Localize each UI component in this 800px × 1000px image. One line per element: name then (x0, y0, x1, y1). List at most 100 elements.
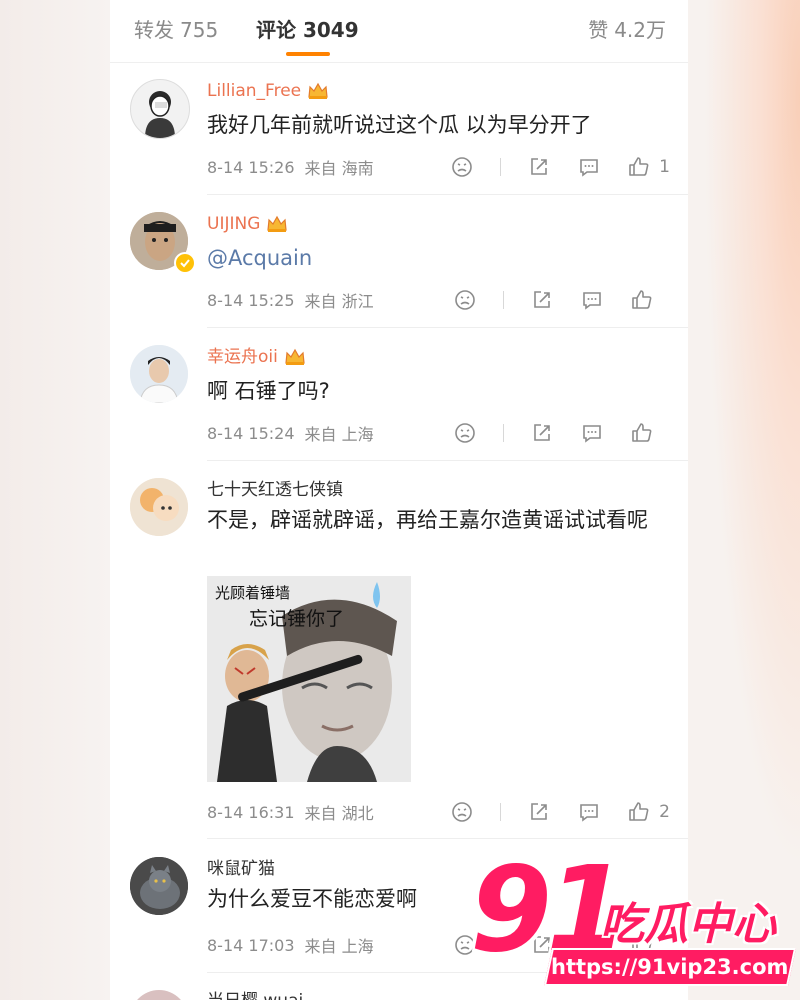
comment-meta: 8-14 15:25 来自 浙江 (207, 287, 670, 313)
share-icon (534, 291, 550, 308)
share-button[interactable] (530, 421, 554, 445)
comment-icon (580, 804, 598, 822)
comment-username[interactable]: 当日樱 wuai (207, 990, 303, 1000)
comment-username[interactable]: 幸运舟oii (207, 346, 670, 368)
comment-location: 来自 湖北 (304, 804, 374, 823)
dislike-button[interactable] (453, 288, 477, 312)
comment-location: 来自 海南 (304, 159, 374, 178)
comment-actions: 1 (424, 154, 670, 180)
dislike-icon (452, 157, 472, 177)
comment-icon (583, 425, 601, 443)
comment-location: 来自 浙江 (304, 292, 374, 311)
like-button[interactable]: 1 (627, 155, 670, 179)
avatar[interactable] (130, 857, 188, 915)
dislike-button[interactable] (450, 155, 474, 179)
watermark-url: https://91vip23.com (551, 955, 789, 979)
comment-image[interactable]: 光顾着锤墙 忘记锤你了 (207, 576, 411, 782)
comment-time: 8-14 16:31 (207, 802, 295, 822)
username-text: UIJING (207, 214, 261, 234)
like-icon (629, 157, 649, 176)
watermark-logo: 91 吃瓜中心 https://91vip23.com (470, 850, 800, 1000)
tab-likes-count: 4.2万 (614, 18, 666, 42)
like-count: 2 (659, 802, 670, 822)
comment-username[interactable]: UIJING (207, 213, 670, 235)
comment-username[interactable]: 七十天红透七侠镇 (207, 479, 670, 501)
comment-meta: 8-14 15:24 来自 上海 (207, 420, 670, 446)
comment-icon (583, 292, 601, 310)
comment-meta: 8-14 16:31 来自 湖北 2 (207, 799, 670, 825)
like-button[interactable] (630, 421, 654, 445)
reply-button[interactable] (580, 288, 604, 312)
comment-text: @Acquain (207, 243, 670, 273)
like-icon (632, 290, 652, 309)
comment-icon (580, 159, 598, 177)
comment-body: Lillian_Free 我好几年前就听说过这个瓜 以为早分开了 (207, 80, 670, 140)
tab-bar: 转发 755 评论 3049 赞 4.2万 (110, 0, 688, 63)
reply-button[interactable] (577, 800, 601, 824)
divider (500, 158, 502, 176)
tab-likes[interactable]: 赞 4.2万 (588, 14, 666, 43)
crown-icon (284, 348, 306, 366)
verified-icon (174, 252, 196, 274)
comment-divider (207, 460, 688, 461)
reply-button[interactable] (577, 155, 601, 179)
crown-icon (266, 215, 288, 233)
dislike-icon (455, 423, 475, 443)
comment-body: UIJING @Acquain (207, 213, 670, 273)
dislike-icon (455, 290, 475, 310)
page-background-left (0, 0, 110, 1000)
divider (500, 803, 502, 821)
avatar[interactable] (130, 990, 188, 1000)
reply-button[interactable] (580, 421, 604, 445)
share-icon (531, 803, 547, 820)
like-icon (629, 802, 649, 821)
comment-text: 啊 石锤了吗? (207, 379, 330, 403)
share-button[interactable] (530, 288, 554, 312)
comment-time: 8-14 15:25 (207, 290, 295, 310)
meme-caption-top: 光顾着锤墙 (215, 584, 291, 602)
dislike-button[interactable] (453, 421, 477, 445)
dislike-button[interactable] (450, 800, 474, 824)
like-icon (632, 423, 652, 442)
comment-time: 8-14 15:26 (207, 157, 295, 177)
like-count: 1 (659, 157, 670, 177)
comment-body: 七十天红透七侠镇 不是，辟谣就辟谣，再给王嘉尔造黄谣试试看呢 (207, 479, 670, 535)
avatar[interactable] (130, 478, 188, 536)
divider (503, 291, 504, 309)
comment-divider (207, 838, 688, 839)
comment-divider (207, 194, 688, 195)
tab-comments-count: 3049 (302, 18, 359, 42)
comment-location: 来自 上海 (304, 425, 374, 444)
like-button[interactable] (630, 288, 654, 312)
watermark-url-badge: https://91vip23.com (543, 948, 797, 986)
tab-repost-label: 转发 (134, 18, 174, 42)
avatar[interactable] (130, 79, 190, 139)
divider (503, 424, 504, 442)
tab-likes-label: 赞 (588, 18, 609, 42)
share-button[interactable] (527, 155, 551, 179)
comment-actions: 2 (424, 799, 670, 825)
dislike-icon (452, 802, 472, 822)
crown-icon (307, 82, 329, 100)
tab-repost[interactable]: 转发 755 (134, 14, 218, 43)
share-icon (534, 424, 550, 441)
tab-repost-count: 755 (180, 18, 219, 42)
comment-body: 幸运舟oii 啊 石锤了吗? (207, 346, 670, 406)
comment-username[interactable]: Lillian_Free (207, 80, 670, 102)
comment-actions (427, 420, 670, 446)
comment-divider (207, 327, 688, 328)
mention-link[interactable]: @Acquain (207, 246, 312, 270)
comment-actions (427, 287, 670, 313)
active-tab-indicator (286, 52, 330, 56)
comment-location: 来自 上海 (304, 937, 374, 956)
meme-caption-main: 忘记锤你了 (249, 608, 345, 630)
comment-meta: 8-14 15:26 来自 海南 1 (207, 154, 670, 180)
comment-text: 我好几年前就听说过这个瓜 以为早分开了 (207, 113, 592, 137)
avatar[interactable] (130, 345, 188, 403)
share-button[interactable] (527, 800, 551, 824)
like-button[interactable]: 2 (627, 800, 670, 824)
share-icon (531, 158, 547, 175)
watermark-text: 吃瓜中心 (600, 899, 776, 950)
username-text: 幸运舟oii (207, 347, 278, 367)
username-text: Lillian_Free (207, 81, 302, 101)
